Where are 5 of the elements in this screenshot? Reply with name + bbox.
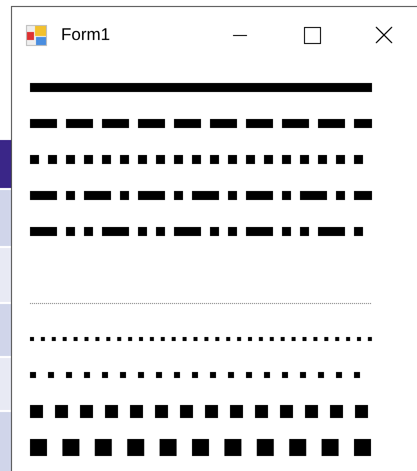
close-icon bbox=[375, 26, 393, 44]
window-title: Form1 bbox=[61, 25, 112, 45]
maximize-icon bbox=[304, 26, 320, 44]
minimize-icon bbox=[233, 34, 247, 36]
app-icon bbox=[26, 24, 47, 46]
